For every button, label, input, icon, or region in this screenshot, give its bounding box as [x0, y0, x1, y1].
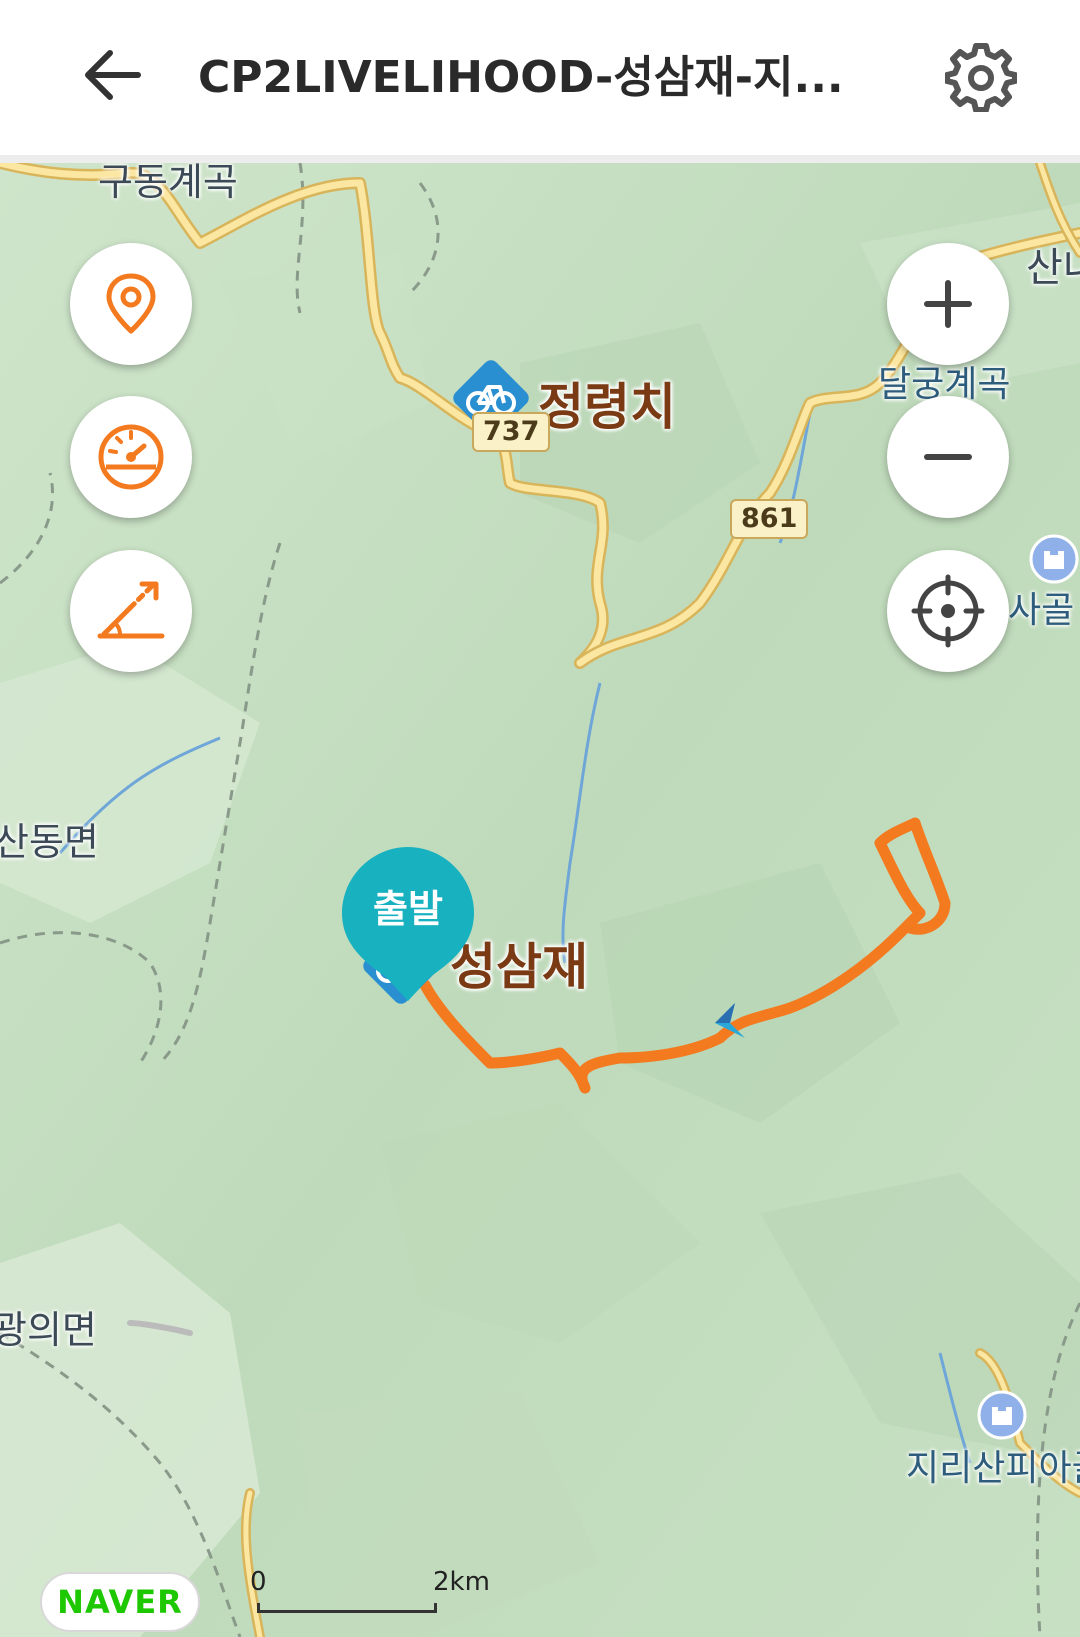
scale-zero: 0	[250, 1567, 267, 1597]
label-gwangui-area: 광의면	[0, 1308, 97, 1352]
start-pin[interactable]: 출발	[340, 845, 476, 1005]
app-bar: CP2LIVELIHOOD-성삼재-지...	[0, 0, 1080, 155]
slope-button[interactable]	[70, 550, 192, 672]
gear-icon[interactable]	[944, 40, 1018, 113]
speed-button[interactable]	[70, 396, 192, 518]
label-sagol: 사골	[1008, 590, 1075, 631]
zoom-in-button[interactable]	[887, 243, 1009, 365]
label-piagol: 지리산피아골	[906, 1448, 1080, 1489]
crosshair-icon	[911, 574, 985, 648]
label-valley-top: 구동계곡	[98, 163, 238, 204]
my-location-button[interactable]	[887, 550, 1009, 672]
start-pin-label: 출발	[373, 887, 443, 931]
scale-max: 2km	[433, 1567, 490, 1597]
label-dong-area: 산동면	[0, 820, 99, 864]
header-divider	[0, 155, 1080, 163]
label-pass-north: 정령치	[538, 378, 676, 436]
slope-icon	[97, 581, 165, 639]
road-badge-737: 737	[472, 412, 551, 452]
piagol-poi-icon	[977, 1390, 1027, 1440]
zoom-out-icon	[924, 454, 972, 460]
map-view[interactable]: 구동계곡 산내 달궁계곡 산동면 광의면 사골 지리산피아골 정령치 737 8…	[0, 163, 1080, 1637]
location-pin-icon	[106, 273, 156, 334]
label-right-edge-top: 산내	[1026, 245, 1080, 291]
speedometer-icon	[98, 424, 164, 490]
location-pin-button[interactable]	[70, 243, 192, 365]
zoom-out-button[interactable]	[887, 396, 1009, 518]
scale-bar: 0 2km	[250, 1567, 490, 1617]
scale-line	[257, 1603, 437, 1613]
page-title: CP2LIVELIHOOD-성삼재-지...	[198, 52, 844, 103]
zoom-in-icon	[924, 280, 972, 328]
naver-logo: NAVER	[40, 1572, 200, 1632]
back-arrow-icon[interactable]	[78, 40, 148, 110]
road-badge-861: 861	[730, 499, 809, 539]
sagol-poi-icon	[1029, 534, 1079, 584]
